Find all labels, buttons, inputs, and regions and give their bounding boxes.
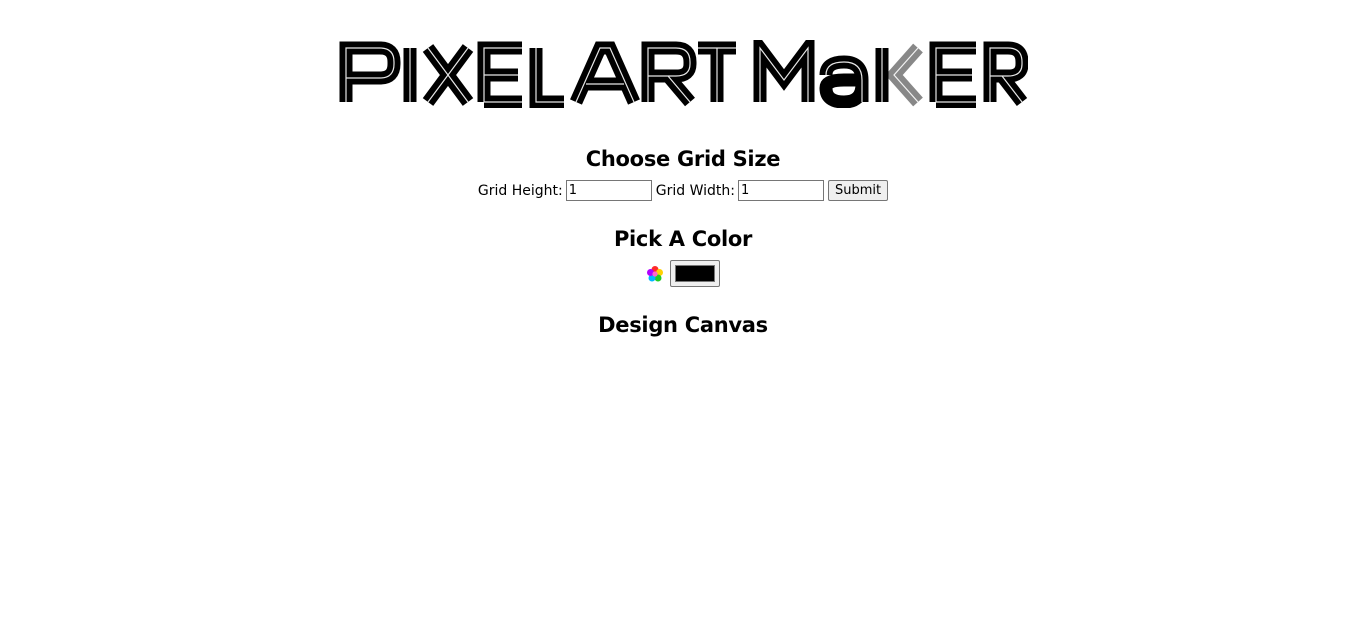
grid-height-input[interactable] <box>565 180 652 201</box>
grid-height-label: Grid Height: <box>477 182 563 199</box>
page: Choose Grid Size Grid Height: Grid Width… <box>0 0 1366 625</box>
logo-graphic <box>339 40 1028 108</box>
design-canvas-heading: Design Canvas <box>598 313 768 337</box>
grid-size-heading: Choose Grid Size <box>585 147 781 171</box>
color-input[interactable] <box>670 260 720 287</box>
grid-width-label: Grid Width: <box>655 182 735 199</box>
grid-width-input[interactable] <box>737 180 824 201</box>
color-wheel-icon <box>646 265 664 283</box>
color-picker-row <box>0 260 1366 287</box>
grid-size-form: Grid Height: Grid Width: Submit <box>0 180 1366 201</box>
logo <box>338 40 1028 108</box>
submit-button[interactable]: Submit <box>827 180 889 201</box>
pick-color-heading: Pick A Color <box>613 227 753 251</box>
selected-color-swatch <box>675 265 715 282</box>
